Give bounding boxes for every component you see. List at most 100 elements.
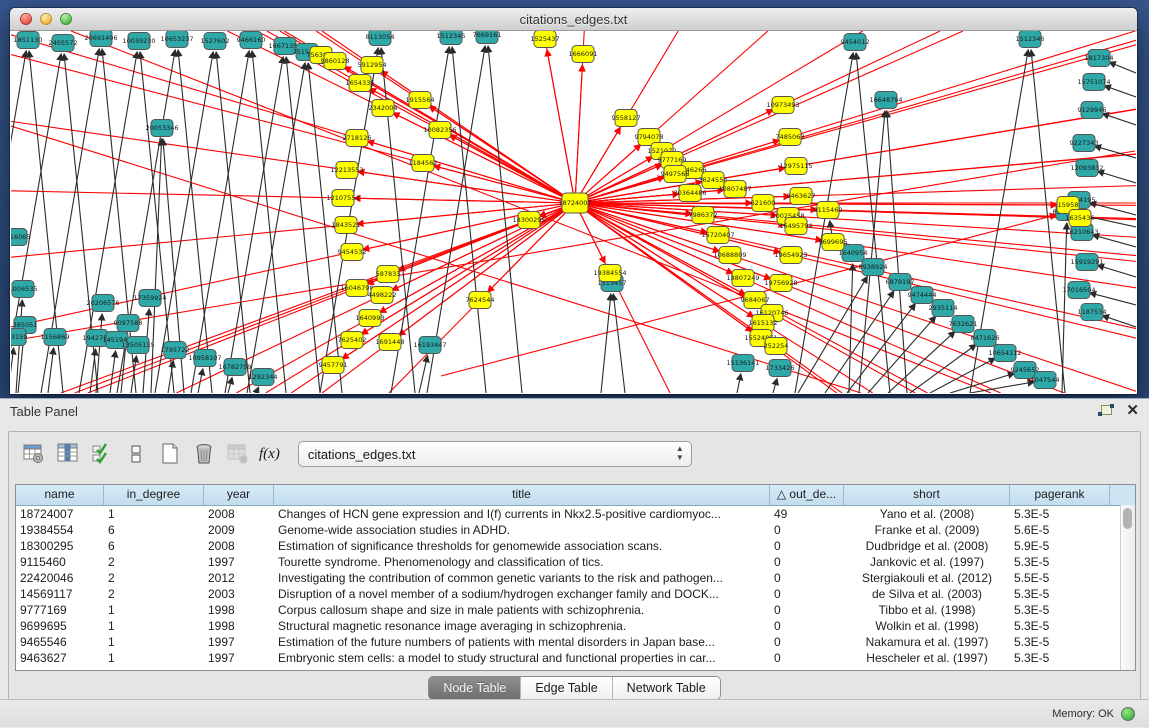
node-label: 7669161: [473, 31, 502, 39]
black-edge: [601, 294, 611, 393]
table-row[interactable]: 946554611997Estimation of the future num…: [16, 634, 1135, 650]
column-header-short[interactable]: short: [844, 485, 1010, 505]
delete-table-icon[interactable]: [189, 439, 219, 469]
black-edge: [1031, 50, 1065, 393]
table-panel-header: Table Panel ✕: [0, 399, 1149, 423]
tab-node-table[interactable]: Node Table: [429, 677, 521, 699]
column-header-out_de[interactable]: △ out_de...: [770, 485, 844, 505]
close-panel-icon[interactable]: ✕: [1126, 404, 1139, 418]
table-row[interactable]: 946362711997Embryonic stem cells: a mode…: [16, 650, 1135, 666]
table-cell: 2009: [204, 522, 274, 538]
node-label: 1691448: [376, 338, 405, 346]
node-label: 1654335: [346, 79, 375, 87]
tab-network-table[interactable]: Network Table: [613, 677, 720, 699]
node-label: 621600: [751, 199, 776, 207]
node-label: 393159: [11, 333, 27, 341]
table-row[interactable]: 1938455462009Genome-wide association stu…: [16, 522, 1135, 538]
node-label: 1851130: [14, 36, 43, 44]
function-builder-icon[interactable]: f(x): [259, 446, 280, 463]
black-edge: [887, 111, 907, 393]
node-label: 1795722: [161, 346, 190, 354]
node-label: 1292344: [249, 373, 278, 381]
table-body: 1872400712008Changes of HCN gene express…: [16, 506, 1135, 666]
table-row[interactable]: 977716911998Corpus callosum shape and si…: [16, 602, 1135, 618]
red-edge: [575, 65, 582, 203]
red-edge: [434, 166, 575, 203]
node-label: 252254: [764, 342, 789, 350]
table-row[interactable]: 1456911722003Disruption of a novel membe…: [16, 586, 1135, 602]
table-cell: Estimation of significance thresholds fo…: [274, 538, 770, 554]
table-cell: 6: [104, 538, 204, 554]
table-cell: 5.3E-5: [1010, 650, 1110, 666]
column-header-year[interactable]: year: [204, 485, 274, 505]
float-panel-icon[interactable]: [1098, 404, 1114, 418]
table-settings-icon[interactable]: [19, 439, 49, 469]
table-cell: 22420046: [16, 570, 104, 586]
node-label: 1733426: [766, 364, 795, 372]
column-header-title[interactable]: title: [274, 485, 770, 505]
node-label: 1187534: [1078, 308, 1107, 316]
table-cell: Nakamura et al. (1997): [844, 634, 1010, 650]
node-label: 20691406: [84, 34, 117, 42]
table-cell: Genome-wide association studies in ADHD.: [274, 522, 770, 538]
node-label: 1525437: [531, 35, 560, 43]
import-table-icon[interactable]: [223, 439, 253, 469]
node-label: 2516065: [11, 233, 30, 241]
node-label: 587833: [376, 270, 401, 278]
table-cell: 9463627: [16, 650, 104, 666]
black-edge: [1090, 203, 1136, 215]
node-label: 9454532: [338, 248, 367, 256]
node-label: 1527602: [201, 37, 230, 45]
node-label: 7632621: [949, 320, 978, 328]
black-edge: [247, 63, 305, 393]
table-cell: Estimation of the future numbers of pati…: [274, 634, 770, 650]
table-select-combobox[interactable]: citations_edges.txt ▲▼: [298, 441, 692, 467]
table-row[interactable]: 969969511998Structural magnetic resonanc…: [16, 618, 1135, 634]
network-canvas[interactable]: 1872400718511302405572206914061003923010…: [11, 31, 1136, 393]
black-edge: [1104, 86, 1136, 97]
node-label: 18807249: [726, 274, 759, 282]
table-cell: 1997: [204, 634, 274, 650]
table-vertical-scrollbar[interactable]: [1120, 505, 1135, 670]
show-column-icon[interactable]: [53, 439, 83, 469]
black-edge: [930, 358, 995, 393]
table-tabbar: Node TableEdge TableNetwork Table: [9, 676, 1140, 700]
node-label: 15720407: [701, 231, 734, 239]
table-cell: 9465546: [16, 634, 104, 650]
node-label: 19384554: [593, 269, 626, 277]
column-header-pagerank[interactable]: pagerank: [1010, 485, 1110, 505]
node-label: 15136141: [726, 359, 759, 367]
black-edge: [849, 264, 853, 393]
black-edge: [286, 57, 320, 393]
table-row[interactable]: 1872400712008Changes of HCN gene express…: [16, 506, 1135, 522]
node-label: 1817304: [1085, 54, 1114, 62]
new-table-icon[interactable]: [155, 439, 185, 469]
node-label: 17016504: [1062, 286, 1095, 294]
node-label: 1512345: [437, 32, 466, 40]
table-cell: 49: [770, 506, 844, 522]
table-cell: 19384554: [16, 522, 104, 538]
table-cell: 2008: [204, 506, 274, 522]
table-cell: Structural magnetic resonance image aver…: [274, 618, 770, 634]
table-row[interactable]: 911546021997Tourette syndrome. Phenomeno…: [16, 554, 1135, 570]
column-header-name[interactable]: name: [16, 485, 104, 505]
table-cell: Franke et al. (2009): [844, 522, 1010, 538]
table-cell: Jankovic et al. (1997): [844, 554, 1010, 570]
table-cell: 5.6E-5: [1010, 522, 1110, 538]
column-header-in_degree[interactable]: in_degree: [104, 485, 204, 505]
table-cell: 18300295: [16, 538, 104, 554]
node-label: 9129946: [1078, 106, 1107, 114]
table-row[interactable]: 2242004622012Investigating the contribut…: [16, 570, 1135, 586]
table-cell: 1: [104, 506, 204, 522]
node-label: 9497568: [661, 170, 690, 178]
table-cell: Disruption of a novel member of a sodium…: [274, 586, 770, 602]
table-cell: 1997: [204, 554, 274, 570]
table-cell: 0: [770, 634, 844, 650]
tab-edge-table[interactable]: Edge Table: [521, 677, 612, 699]
select-columns-icon[interactable]: [87, 439, 117, 469]
node-label: 10688809: [713, 251, 746, 259]
rows-icon[interactable]: [121, 439, 151, 469]
table-cell: 0: [770, 538, 844, 554]
scrollbar-thumb[interactable]: [1123, 508, 1132, 529]
table-row[interactable]: 1830029562008Estimation of significance …: [16, 538, 1135, 554]
